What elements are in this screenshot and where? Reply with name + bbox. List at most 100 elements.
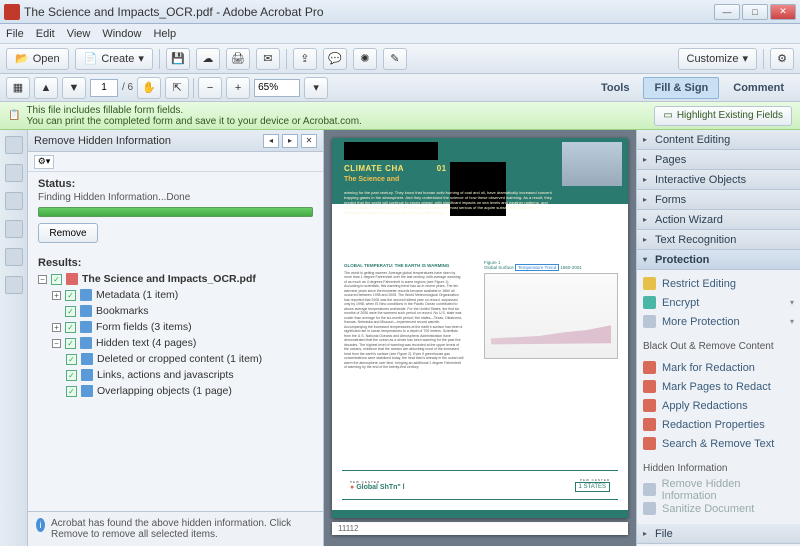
form-icon: 📋 bbox=[8, 110, 20, 121]
remove-button[interactable]: Remove bbox=[38, 223, 98, 243]
nav-attachments-icon[interactable] bbox=[5, 192, 23, 210]
section-pages[interactable]: ▸Pages bbox=[637, 150, 800, 170]
section-protection[interactable]: ▾Protection bbox=[637, 250, 800, 270]
highlight-fields-button[interactable]: ▭ Highlight Existing Fields bbox=[654, 106, 792, 126]
tree-metadata[interactable]: +✓Metadata (1 item) bbox=[52, 287, 313, 303]
menu-help[interactable]: Help bbox=[153, 28, 176, 40]
email-button[interactable]: ✉ bbox=[256, 48, 280, 70]
section-interactive-objects[interactable]: ▸Interactive Objects bbox=[637, 170, 800, 190]
panel-prev-button[interactable]: ◂ bbox=[263, 134, 279, 148]
print-button[interactable]: 🖨 bbox=[226, 48, 250, 70]
tools-tab[interactable]: Tools bbox=[591, 77, 640, 99]
zoom-in-button[interactable]: + bbox=[226, 77, 250, 99]
search-remove-text-button[interactable]: Search & Remove Text bbox=[643, 434, 794, 453]
comment-button[interactable]: 💬 bbox=[323, 48, 347, 70]
cloud-button[interactable]: ☁ bbox=[196, 48, 220, 70]
panel-footer: i Acrobat has found the above hidden inf… bbox=[28, 511, 323, 546]
next-page-button[interactable]: ▼ bbox=[62, 77, 86, 99]
tools-pane: ▸Content Editing ▸Pages ▸Interactive Obj… bbox=[636, 130, 800, 546]
section-text-recognition[interactable]: ▸Text Recognition bbox=[637, 230, 800, 250]
search-icon bbox=[643, 437, 656, 450]
thumbnails-button[interactable]: ▦ bbox=[6, 77, 30, 99]
nav-layers-icon[interactable] bbox=[5, 248, 23, 266]
menu-view[interactable]: View bbox=[67, 28, 91, 40]
lock-icon bbox=[643, 277, 656, 290]
menu-file[interactable]: File bbox=[6, 28, 24, 40]
restrict-editing-button[interactable]: Restrict Editing bbox=[643, 274, 794, 293]
more-protection-button[interactable]: More Protection▾ bbox=[643, 312, 794, 331]
section-content-editing[interactable]: ▸Content Editing bbox=[637, 130, 800, 150]
hand-tool-button[interactable]: ✋ bbox=[137, 77, 161, 99]
create-button[interactable]: 📄Create▾ bbox=[75, 48, 153, 70]
tree-formfields[interactable]: +✓Form fields (3 items) bbox=[52, 319, 313, 335]
nav-signatures-icon[interactable] bbox=[5, 220, 23, 238]
redact-pages-icon bbox=[643, 380, 656, 393]
footer-text: Acrobat has found the above hidden infor… bbox=[51, 518, 315, 540]
overlap-icon bbox=[81, 385, 93, 397]
panel-close-button[interactable]: ✕ bbox=[301, 134, 317, 148]
tree-root[interactable]: −✓The Science and Impacts_OCR.pdf bbox=[38, 271, 313, 287]
document-view[interactable]: CLIMATE CHA 01 The Science and winning f… bbox=[324, 130, 636, 546]
comment-tab[interactable]: Comment bbox=[723, 77, 794, 99]
panel-next-button[interactable]: ▸ bbox=[282, 134, 298, 148]
progress-bar bbox=[38, 207, 313, 217]
header-photo bbox=[562, 142, 622, 186]
highlight-icon: ▭ bbox=[663, 110, 672, 121]
tree-links-js[interactable]: ✓Links, actions and javascripts bbox=[66, 367, 313, 383]
apply-redactions-button[interactable]: Apply Redactions bbox=[643, 396, 794, 415]
menu-window[interactable]: Window bbox=[102, 28, 141, 40]
redaction-properties-button[interactable]: Redaction Properties bbox=[643, 415, 794, 434]
maximize-button[interactable]: □ bbox=[742, 4, 768, 20]
mark-redaction-button[interactable]: Mark for Redaction bbox=[643, 358, 794, 377]
menu-bar: File Edit View Window Help bbox=[0, 24, 800, 44]
tree-bookmarks[interactable]: ✓Bookmarks bbox=[52, 303, 313, 319]
menu-edit[interactable]: Edit bbox=[36, 28, 55, 40]
fill-sign-tab[interactable]: Fill & Sign bbox=[643, 77, 719, 99]
chevron-down-icon: ▾ bbox=[138, 52, 144, 65]
zoom-input[interactable] bbox=[254, 79, 300, 97]
status-heading: Status: bbox=[38, 178, 313, 190]
customize-button[interactable]: Customize▾ bbox=[678, 48, 758, 70]
tree-deleted-content[interactable]: ✓Deleted or cropped content (1 item) bbox=[66, 351, 313, 367]
tree-overlapping[interactable]: ✓Overlapping objects (1 page) bbox=[66, 383, 313, 399]
nav-bookmarks-icon[interactable] bbox=[5, 164, 23, 182]
zoom-dropdown-button[interactable]: ▾ bbox=[304, 77, 328, 99]
remove-hidden-info-button[interactable]: Remove Hidden Information bbox=[643, 480, 794, 499]
mark-pages-redact-button[interactable]: Mark Pages to Redact bbox=[643, 377, 794, 396]
minimize-button[interactable]: — bbox=[714, 4, 740, 20]
window-title: The Science and Impacts_OCR.pdf - Adobe … bbox=[24, 5, 714, 19]
toolbar-navigation: ▦ ▲ ▼ / 6 ✋ ⇱ − + ▾ Tools Fill & Sign Co… bbox=[0, 74, 800, 102]
panel-options-button[interactable]: ⚙▾ bbox=[34, 155, 54, 169]
results-heading: Results: bbox=[38, 257, 313, 269]
encrypt-icon bbox=[643, 296, 656, 309]
share-button[interactable]: ⇪ bbox=[293, 48, 317, 70]
chevron-down-icon: ▾ bbox=[742, 52, 748, 65]
folder-icon: 📂 bbox=[15, 52, 29, 65]
info-icon: i bbox=[36, 518, 45, 532]
sanitize-document-button[interactable]: Sanitize Document bbox=[643, 499, 794, 518]
encrypt-button[interactable]: Encrypt▾ bbox=[643, 293, 794, 312]
hidden-info-caption: Hidden Information bbox=[637, 459, 800, 476]
nav-tags-icon[interactable] bbox=[5, 276, 23, 294]
stamp-button[interactable]: ✺ bbox=[353, 48, 377, 70]
close-button[interactable]: ✕ bbox=[770, 4, 796, 20]
save-button[interactable]: 💾 bbox=[166, 48, 190, 70]
form-info-bar: 📋 This file includes fillable form field… bbox=[0, 102, 800, 130]
prev-page-button[interactable]: ▲ bbox=[34, 77, 58, 99]
sanitize-icon bbox=[643, 502, 656, 515]
select-tool-button[interactable]: ⇱ bbox=[165, 77, 189, 99]
metadata-icon bbox=[80, 289, 92, 301]
chart-figure bbox=[484, 273, 618, 359]
nav-pages-icon[interactable] bbox=[5, 136, 23, 154]
page-input[interactable] bbox=[90, 79, 118, 97]
zoom-out-button[interactable]: − bbox=[198, 77, 222, 99]
section-forms[interactable]: ▸Forms bbox=[637, 190, 800, 210]
tree-hiddentext[interactable]: −✓Hidden text (4 pages) bbox=[52, 335, 313, 351]
section-file[interactable]: ▸File bbox=[637, 524, 800, 544]
sign-button[interactable]: ✎ bbox=[383, 48, 407, 70]
quick-tools-button[interactable]: ⚙ bbox=[770, 48, 794, 70]
open-button[interactable]: 📂Open bbox=[6, 48, 69, 70]
section-action-wizard[interactable]: ▸Action Wizard bbox=[637, 210, 800, 230]
deleted-icon bbox=[81, 353, 93, 365]
remove-hidden-icon bbox=[643, 483, 656, 496]
